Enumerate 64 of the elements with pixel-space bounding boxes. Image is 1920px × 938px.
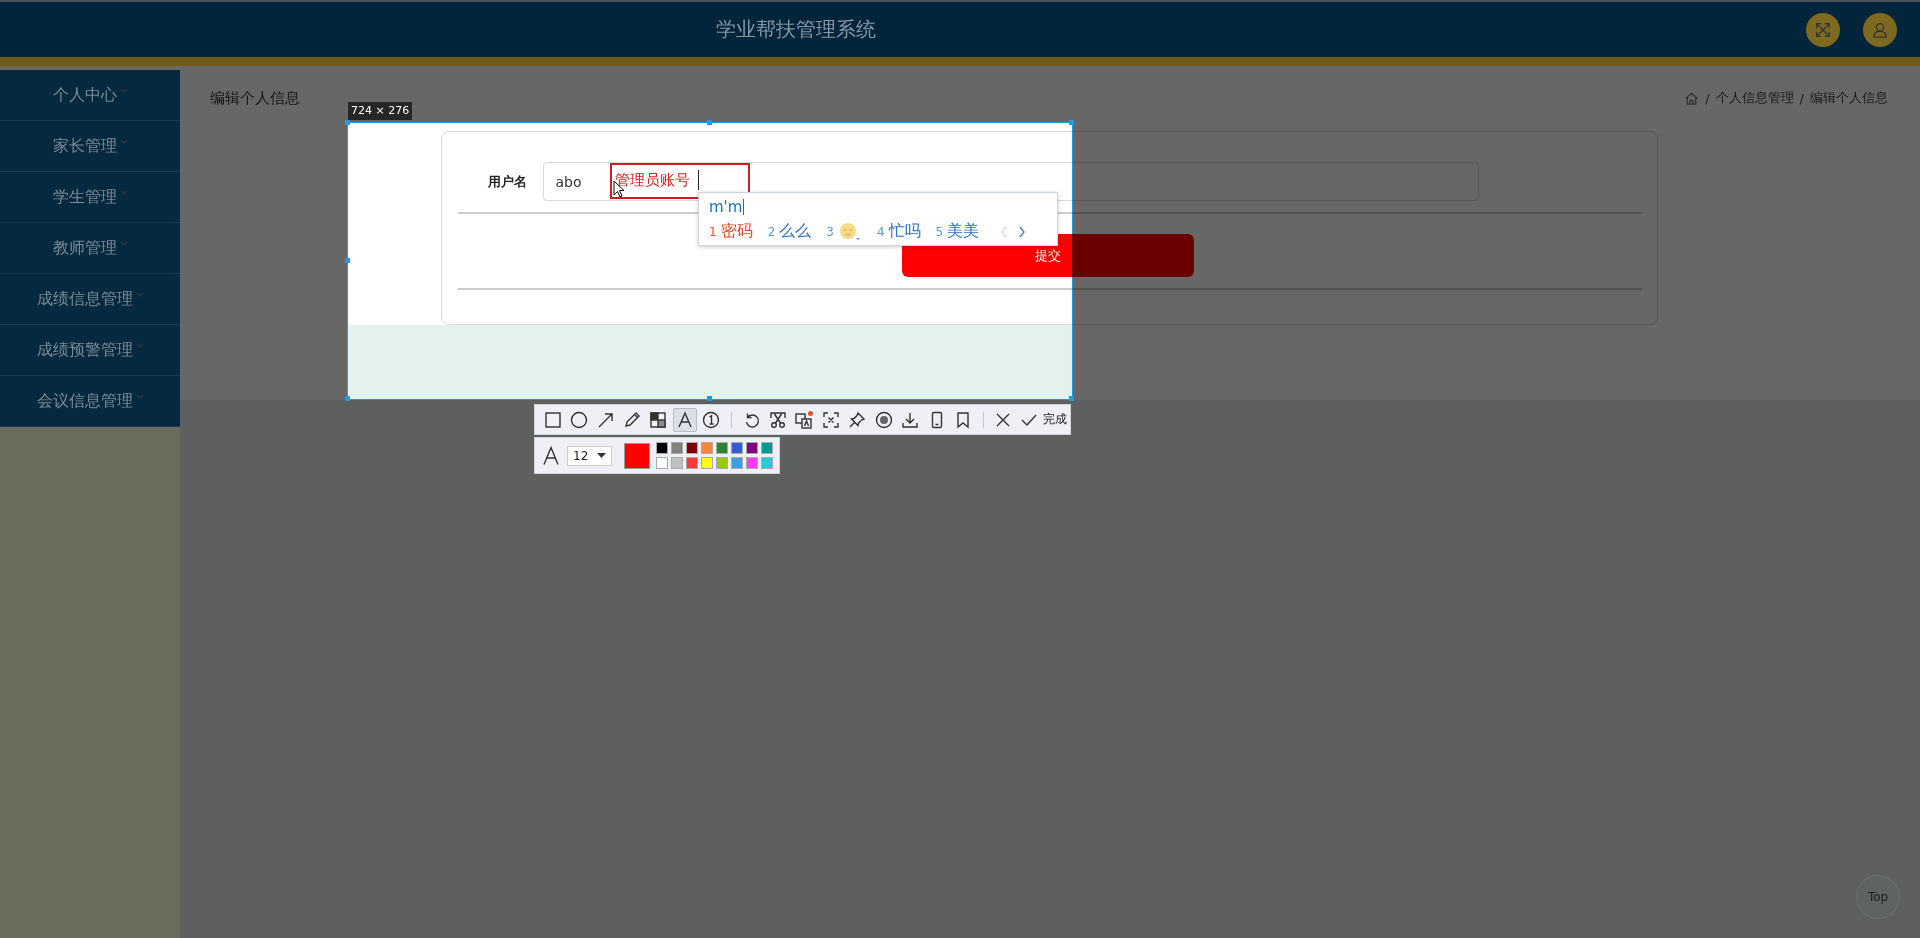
resize-handle[interactable] xyxy=(345,258,350,263)
record-icon xyxy=(873,409,894,430)
translate-icon xyxy=(794,409,815,430)
resize-handle[interactable] xyxy=(1069,396,1074,401)
color-swatch[interactable] xyxy=(656,457,668,469)
caret-icon xyxy=(135,393,144,399)
rectangle-icon xyxy=(542,409,563,430)
page-title: 编辑个人信息 xyxy=(210,88,300,108)
ime-candidate[interactable]: 2 么么 xyxy=(767,221,812,242)
font-size-select[interactable]: 12 xyxy=(567,445,612,466)
color-swatch[interactable] xyxy=(701,442,713,454)
color-swatch[interactable] xyxy=(686,457,698,469)
field-label: 用户名 xyxy=(486,172,527,191)
caret-icon xyxy=(119,189,128,195)
text-tool-button[interactable] xyxy=(673,407,697,432)
color-swatch[interactable] xyxy=(701,457,713,469)
ime-composition: m'm xyxy=(709,198,743,216)
color-swatch[interactable] xyxy=(716,457,728,469)
caret-icon xyxy=(135,342,144,348)
text-caret xyxy=(698,170,699,190)
scan-text-icon xyxy=(820,409,841,430)
resize-handle[interactable] xyxy=(345,120,350,125)
color-swatch[interactable] xyxy=(686,442,698,454)
emoji-icon xyxy=(837,221,862,242)
color-swatch[interactable] xyxy=(656,442,668,454)
expand-icon xyxy=(1814,20,1832,39)
color-swatch[interactable] xyxy=(746,457,758,469)
color-swatch[interactable] xyxy=(716,442,728,454)
resize-handle[interactable] xyxy=(707,396,712,401)
resize-handle[interactable] xyxy=(707,120,712,125)
caret-icon xyxy=(119,87,128,93)
ime-candidate[interactable]: 1 密码 xyxy=(709,221,753,242)
breadcrumb-separator: / xyxy=(1705,90,1710,106)
done-tool-button[interactable]: 完成 xyxy=(1018,407,1071,432)
selection-size-label: 724 × 276 xyxy=(348,102,413,120)
next-page-icon[interactable] xyxy=(1018,225,1027,238)
fullscreen-button[interactable] xyxy=(1806,12,1840,47)
ime-candidate[interactable]: 3 xyxy=(826,221,862,242)
home-icon xyxy=(1684,90,1700,106)
dropdown-icon xyxy=(597,453,606,458)
pin-icon xyxy=(847,409,868,430)
caret-icon xyxy=(119,138,128,144)
resize-handle[interactable] xyxy=(345,396,350,401)
font-icon xyxy=(541,444,561,467)
color-swatch[interactable] xyxy=(761,457,773,469)
color-swatch[interactable] xyxy=(746,442,758,454)
resize-handle[interactable] xyxy=(1069,120,1074,125)
app-title: 学业帮扶管理系统 xyxy=(716,16,876,43)
color-swatch[interactable] xyxy=(731,457,743,469)
caret-icon xyxy=(119,240,128,246)
color-swatch[interactable] xyxy=(671,457,683,469)
caret-icon xyxy=(135,291,144,297)
color-swatch[interactable] xyxy=(731,442,743,454)
mosaic-icon xyxy=(648,409,669,430)
circle-icon xyxy=(569,409,590,430)
color-swatch[interactable] xyxy=(761,442,773,454)
breadcrumb-link[interactable]: 个人信息管理 xyxy=(1715,89,1794,107)
current-color-swatch[interactable] xyxy=(624,442,650,469)
numbered-circle-icon xyxy=(701,409,722,430)
breadcrumb-separator: / xyxy=(1799,90,1804,106)
user-icon xyxy=(1871,20,1889,39)
user-button[interactable] xyxy=(1863,12,1897,47)
scissors-icon xyxy=(768,409,789,430)
color-swatch[interactable] xyxy=(671,442,683,454)
